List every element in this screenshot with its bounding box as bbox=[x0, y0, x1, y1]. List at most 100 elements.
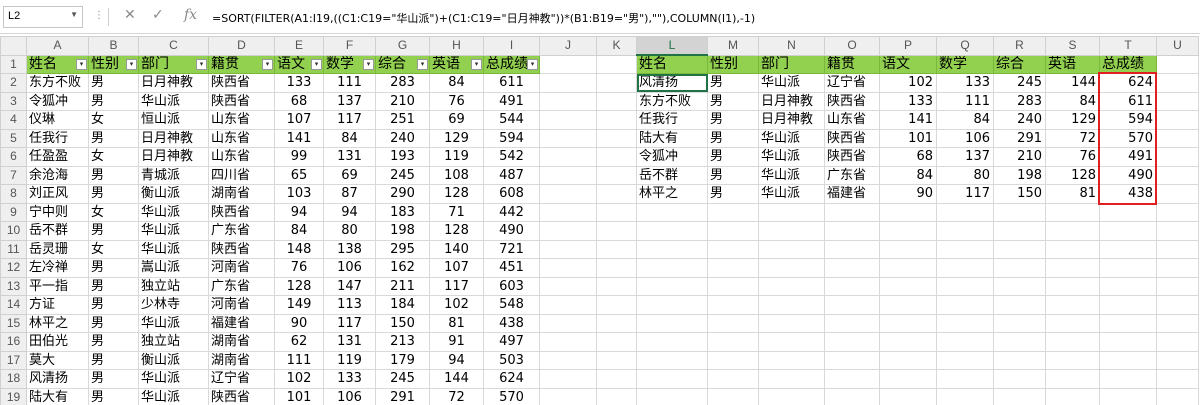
column-header-k[interactable]: K bbox=[596, 36, 637, 56]
result-data-cell[interactable]: 男 bbox=[707, 184, 759, 204]
result-data-cell[interactable]: 男 bbox=[707, 147, 759, 167]
empty-cell[interactable] bbox=[1099, 202, 1157, 222]
empty-cell[interactable] bbox=[707, 350, 759, 370]
left-data-cell[interactable]: 独立站 bbox=[138, 276, 209, 296]
empty-cell[interactable] bbox=[993, 313, 1046, 333]
empty-cell[interactable] bbox=[596, 165, 637, 185]
result-data-cell[interactable]: 日月神教 bbox=[758, 110, 825, 130]
empty-cell[interactable] bbox=[539, 91, 597, 111]
column-header-b[interactable]: B bbox=[88, 36, 139, 56]
row-header[interactable]: 4 bbox=[0, 110, 27, 130]
left-data-cell[interactable]: 544 bbox=[483, 110, 540, 130]
left-data-cell[interactable]: 华山派 bbox=[138, 313, 209, 333]
select-all-corner[interactable] bbox=[0, 36, 27, 56]
row-header[interactable]: 16 bbox=[0, 332, 27, 352]
column-header-d[interactable]: D bbox=[208, 36, 275, 56]
left-data-cell[interactable]: 245 bbox=[375, 369, 430, 389]
result-data-cell[interactable]: 624 bbox=[1099, 73, 1157, 93]
empty-cell[interactable] bbox=[1156, 239, 1199, 259]
column-header-q[interactable]: Q bbox=[936, 36, 994, 56]
result-data-cell[interactable]: 68 bbox=[879, 147, 937, 167]
left-data-cell[interactable]: 76 bbox=[274, 258, 324, 278]
empty-cell[interactable] bbox=[758, 313, 825, 333]
empty-cell[interactable] bbox=[993, 202, 1046, 222]
empty-cell[interactable] bbox=[758, 258, 825, 278]
empty-cell[interactable] bbox=[636, 332, 708, 352]
row-header[interactable]: 5 bbox=[0, 128, 27, 148]
left-data-cell[interactable]: 106 bbox=[323, 258, 376, 278]
result-data-cell[interactable]: 80 bbox=[936, 165, 994, 185]
empty-cell[interactable] bbox=[1099, 239, 1157, 259]
left-data-cell[interactable]: 辽宁省 bbox=[208, 369, 275, 389]
empty-cell[interactable] bbox=[636, 239, 708, 259]
left-data-cell[interactable]: 69 bbox=[429, 110, 484, 130]
left-data-cell[interactable]: 491 bbox=[483, 91, 540, 111]
left-data-cell[interactable]: 河南省 bbox=[208, 258, 275, 278]
left-data-cell[interactable]: 湖南省 bbox=[208, 184, 275, 204]
column-header-a[interactable]: A bbox=[26, 36, 89, 56]
empty-cell[interactable] bbox=[1099, 276, 1157, 296]
result-data-cell[interactable]: 491 bbox=[1099, 147, 1157, 167]
left-data-cell[interactable]: 华山派 bbox=[138, 239, 209, 259]
left-data-cell[interactable]: 84 bbox=[323, 128, 376, 148]
left-data-cell[interactable]: 陕西省 bbox=[208, 239, 275, 259]
left-data-cell[interactable]: 平一指 bbox=[26, 276, 89, 296]
left-data-cell[interactable]: 103 bbox=[274, 184, 324, 204]
result-data-cell[interactable]: 84 bbox=[936, 110, 994, 130]
result-data-cell[interactable]: 山东省 bbox=[824, 110, 880, 130]
empty-cell[interactable] bbox=[539, 369, 597, 389]
empty-cell[interactable] bbox=[636, 313, 708, 333]
left-data-cell[interactable]: 608 bbox=[483, 184, 540, 204]
left-data-cell[interactable]: 陕西省 bbox=[208, 202, 275, 222]
result-header-cell[interactable]: 英语 bbox=[1045, 54, 1100, 74]
left-data-cell[interactable]: 490 bbox=[483, 221, 540, 241]
result-header-cell[interactable]: 性别 bbox=[707, 54, 759, 74]
left-data-cell[interactable]: 男 bbox=[88, 221, 139, 241]
column-header-l[interactable]: L bbox=[636, 36, 708, 56]
result-data-cell[interactable]: 84 bbox=[1045, 91, 1100, 111]
empty-cell[interactable] bbox=[596, 295, 637, 315]
result-data-cell[interactable]: 华山派 bbox=[758, 165, 825, 185]
left-data-cell[interactable]: 245 bbox=[375, 165, 430, 185]
left-data-cell[interactable]: 华山派 bbox=[138, 202, 209, 222]
left-data-cell[interactable]: 莫大 bbox=[26, 350, 89, 370]
left-data-cell[interactable]: 男 bbox=[88, 165, 139, 185]
left-data-cell[interactable]: 290 bbox=[375, 184, 430, 204]
left-data-cell[interactable]: 442 bbox=[483, 202, 540, 222]
column-header-n[interactable]: N bbox=[758, 36, 825, 56]
left-data-cell[interactable]: 宁中则 bbox=[26, 202, 89, 222]
empty-cell[interactable] bbox=[539, 350, 597, 370]
left-data-cell[interactable]: 542 bbox=[483, 147, 540, 167]
empty-cell[interactable] bbox=[596, 110, 637, 130]
empty-cell[interactable] bbox=[707, 239, 759, 259]
empty-cell[interactable] bbox=[539, 258, 597, 278]
empty-cell[interactable] bbox=[596, 54, 637, 74]
empty-cell[interactable] bbox=[993, 295, 1046, 315]
empty-cell[interactable] bbox=[1156, 313, 1199, 333]
left-data-cell[interactable]: 84 bbox=[274, 221, 324, 241]
result-data-cell[interactable]: 102 bbox=[879, 73, 937, 93]
result-data-cell[interactable]: 283 bbox=[993, 91, 1046, 111]
empty-cell[interactable] bbox=[758, 332, 825, 352]
result-data-cell[interactable]: 84 bbox=[879, 165, 937, 185]
empty-cell[interactable] bbox=[1156, 276, 1199, 296]
left-data-cell[interactable]: 240 bbox=[375, 128, 430, 148]
row-header[interactable]: 14 bbox=[0, 295, 27, 315]
column-header-g[interactable]: G bbox=[375, 36, 430, 56]
left-data-cell[interactable]: 69 bbox=[323, 165, 376, 185]
more-options-icon[interactable]: ⋮ bbox=[94, 10, 104, 21]
left-data-cell[interactable]: 男 bbox=[88, 350, 139, 370]
left-data-cell[interactable]: 刘正风 bbox=[26, 184, 89, 204]
empty-cell[interactable] bbox=[539, 184, 597, 204]
left-data-cell[interactable]: 108 bbox=[429, 165, 484, 185]
left-data-cell[interactable]: 548 bbox=[483, 295, 540, 315]
left-data-cell[interactable]: 青城派 bbox=[138, 165, 209, 185]
filter-dropdown-icon[interactable]: ▾ bbox=[363, 58, 374, 70]
result-data-cell[interactable]: 150 bbox=[993, 184, 1046, 204]
empty-cell[interactable] bbox=[707, 221, 759, 241]
empty-cell[interactable] bbox=[707, 202, 759, 222]
left-data-cell[interactable]: 田伯光 bbox=[26, 332, 89, 352]
empty-cell[interactable] bbox=[539, 221, 597, 241]
empty-cell[interactable] bbox=[707, 258, 759, 278]
empty-cell[interactable] bbox=[539, 73, 597, 93]
